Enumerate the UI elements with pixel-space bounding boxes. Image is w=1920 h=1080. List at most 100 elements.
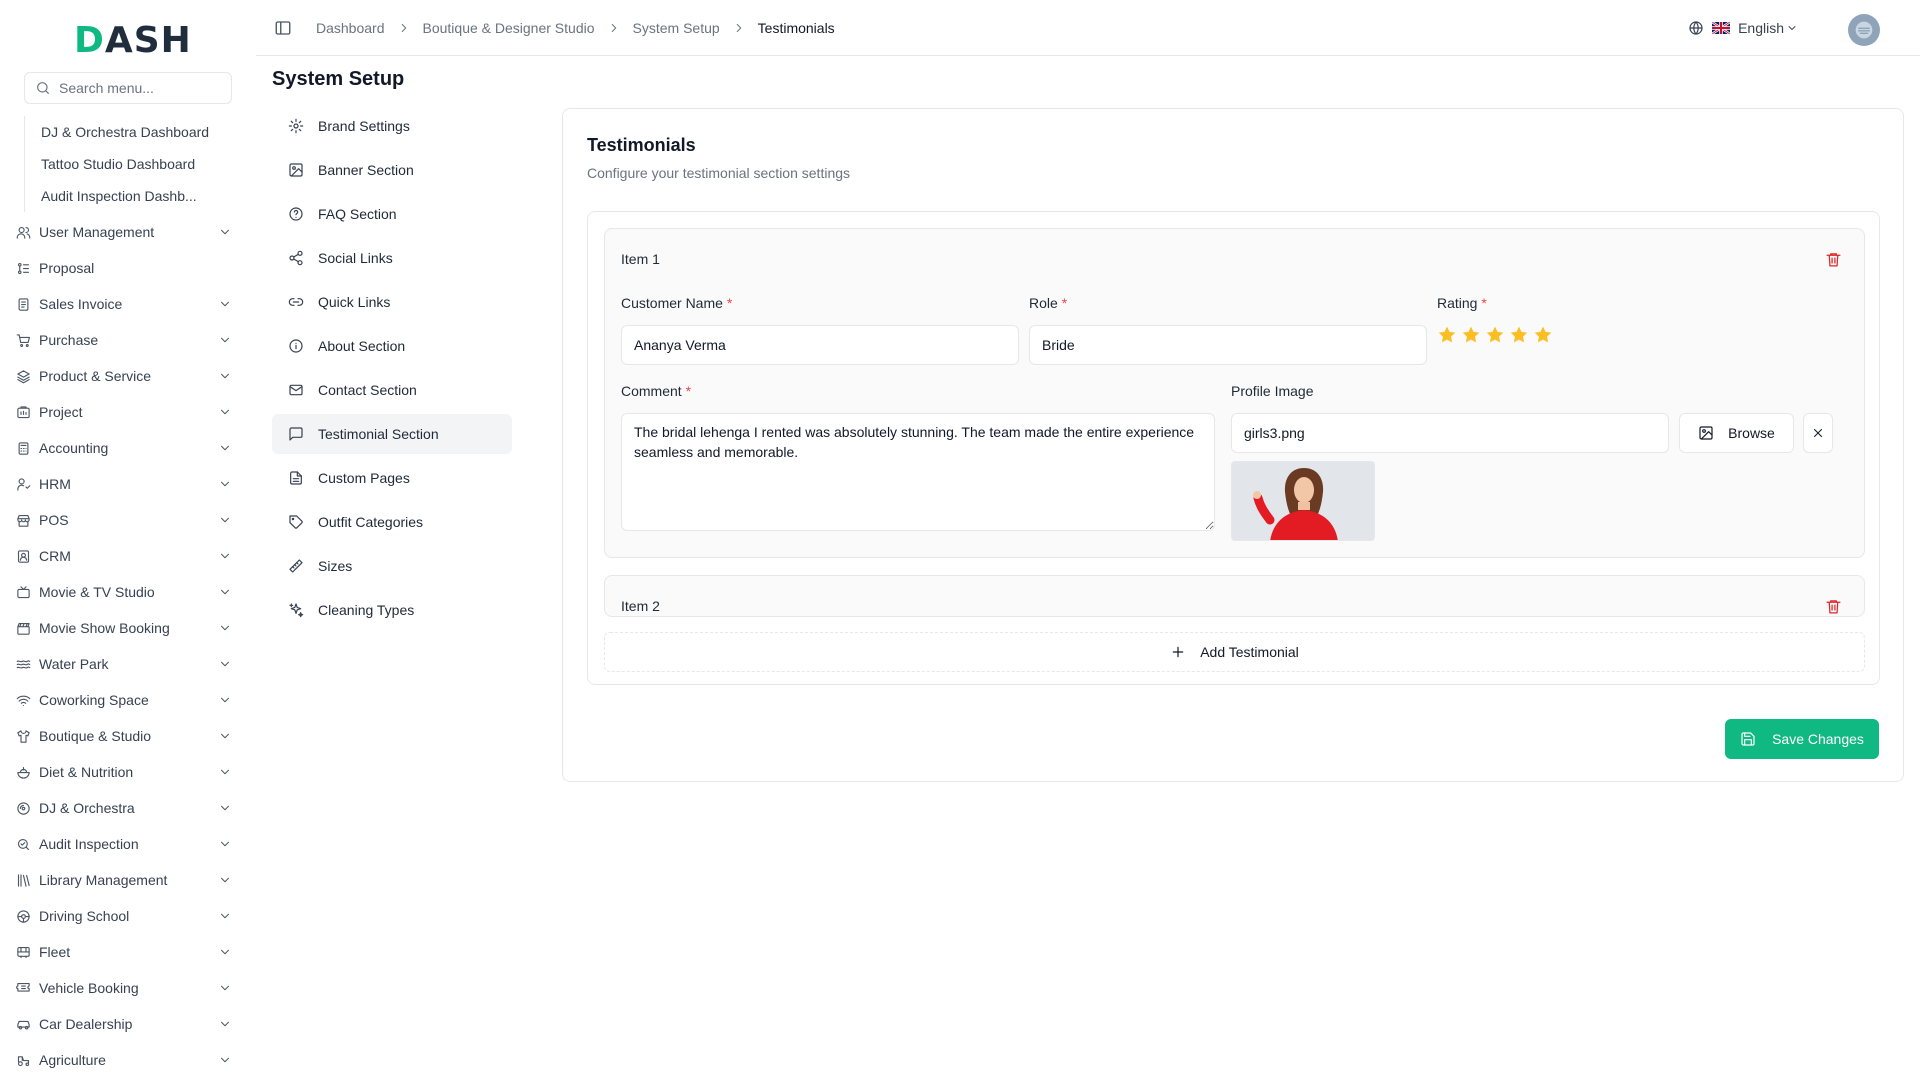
layers-icon [17, 369, 30, 383]
breadcrumb-system-setup[interactable]: System Setup [633, 20, 720, 36]
link-icon [288, 298, 304, 306]
clear-image-button[interactable] [1803, 413, 1833, 453]
language-selector[interactable]: English [1688, 20, 1798, 36]
profile-photo-image [1232, 462, 1374, 540]
logo-prefix: D [74, 19, 105, 61]
browse-label: Browse [1728, 425, 1775, 441]
setup-nav-label: Cleaning Types [318, 602, 415, 618]
sidebar-item-crm[interactable]: CRM [16, 538, 236, 574]
sub-item-audit-inspection-dashboard[interactable]: Audit Inspection Dashb... [25, 180, 232, 212]
ruler-icon [289, 559, 303, 573]
sidebar-item-fleet[interactable]: Fleet [16, 934, 236, 970]
help-circle-icon [289, 207, 303, 221]
star-icon[interactable] [1437, 325, 1457, 345]
image-icon [1699, 426, 1713, 440]
setup-nav-sizes[interactable]: Sizes [272, 546, 512, 586]
sidebar-item-driving-school[interactable]: Driving School [16, 898, 236, 934]
breadcrumb-dashboard[interactable]: Dashboard [316, 20, 385, 36]
sidebar-item-label: Fleet [39, 944, 71, 960]
comment-textarea[interactable]: The bridal lehenga I rented was absolute… [621, 413, 1215, 531]
avatar[interactable] [1848, 14, 1880, 46]
sidebar-item-proposal[interactable]: Proposal [16, 250, 236, 286]
sidebar-item-hrm[interactable]: HRM [16, 466, 236, 502]
hrm-icon [17, 477, 31, 491]
sidebar-item-dj-orchestra[interactable]: DJ & Orchestra [16, 790, 236, 826]
file-text-icon [290, 471, 302, 485]
breadcrumb-current: Testimonials [757, 19, 835, 36]
sidebar-item-boutique-studio[interactable]: Boutique & Studio [16, 718, 236, 754]
setup-nav-about-section[interactable]: About Section [272, 326, 512, 366]
star-icon[interactable] [1461, 325, 1481, 345]
setup-nav-custom-pages[interactable]: Custom Pages [272, 458, 512, 498]
sidebar-item-vehicle-booking[interactable]: Vehicle Booking [16, 970, 236, 1006]
star-icon[interactable] [1533, 325, 1553, 345]
sidebar-item-label: Boutique & Studio [39, 728, 152, 744]
setup-nav-brand-settings[interactable]: Brand Settings [272, 106, 512, 146]
sidebar-item-coworking-space[interactable]: Coworking Space [16, 682, 236, 718]
trash-icon[interactable] [1825, 598, 1842, 615]
role-label: Role * [1029, 295, 1067, 311]
tv-icon [17, 585, 30, 598]
role-input[interactable]: Bride [1029, 325, 1427, 365]
sidebar-item-label: DJ & Orchestra [39, 800, 135, 816]
sidebar-item-movie-tv-studio[interactable]: Movie & TV Studio [16, 574, 236, 610]
star-icon[interactable] [1485, 325, 1505, 345]
browse-button[interactable]: Browse [1679, 413, 1794, 453]
sidebar-item-user-management[interactable]: User Management [16, 214, 236, 250]
add-testimonial-button[interactable]: Add Testimonial [604, 632, 1865, 672]
sidebar-item-label: Sales Invoice [39, 296, 123, 312]
sidebar-item-sales-invoice[interactable]: Sales Invoice [16, 286, 236, 322]
sidebar-item-purchase[interactable]: Purchase [16, 322, 236, 358]
sidebar-item-product-service[interactable]: Product & Service [16, 358, 236, 394]
setup-nav-contact-section[interactable]: Contact Section [272, 370, 512, 410]
setup-nav-banner-section[interactable]: Banner Section [272, 150, 512, 190]
role-label-text: Role [1029, 295, 1058, 311]
customer-name-input[interactable]: Ananya Verma [621, 325, 1019, 365]
sidebar-item-project[interactable]: Project [16, 394, 236, 430]
star-icon[interactable] [1509, 325, 1529, 345]
sidebar-item-diet-nutrition[interactable]: Diet & Nutrition [16, 754, 236, 790]
setup-nav-cleaning-types[interactable]: Cleaning Types [272, 590, 512, 630]
search-icon [37, 82, 49, 94]
setup-nav-testimonial-section[interactable]: Testimonial Section [272, 414, 512, 454]
sidebar-item-water-park[interactable]: Water Park [16, 646, 236, 682]
sidebar-item-agriculture[interactable]: Agriculture [16, 1042, 236, 1078]
chevron-down-icon [220, 445, 230, 451]
search-check-icon [17, 838, 30, 850]
sidebar-item-label: HRM [39, 476, 71, 492]
sidebar-item-movie-show-booking[interactable]: Movie Show Booking [16, 610, 236, 646]
chevron-down-icon [220, 589, 230, 595]
sidebar-item-label: Project [39, 404, 83, 420]
setup-nav-social-links[interactable]: Social Links [272, 238, 512, 278]
sub-item-dj-orchestra-dashboard[interactable]: DJ & Orchestra Dashboard [25, 116, 232, 148]
breadcrumb: Dashboard Boutique & Designer Studio Sys… [316, 20, 835, 36]
setup-nav-quick-links[interactable]: Quick Links [272, 282, 512, 322]
sidebar-item-pos[interactable]: POS [16, 502, 236, 538]
project-icon [17, 405, 30, 418]
sidebar-item-car-dealership[interactable]: Car Dealership [16, 1006, 236, 1042]
testimonials-card: Testimonials Configure your testimonial … [562, 108, 1904, 782]
sidebar-item-library-management[interactable]: Library Management [16, 862, 236, 898]
chevron-down-icon [220, 409, 230, 415]
setup-nav-outfit-categories[interactable]: Outfit Categories [272, 502, 512, 542]
profile-image-filename[interactable]: girls3.png [1231, 413, 1669, 453]
chevron-down-icon [220, 625, 230, 631]
testimonial-items-container[interactable]: Item 1 Customer Name * Ananya Verma Role… [587, 211, 1880, 685]
users-icon [16, 226, 31, 239]
dash-logo[interactable]: DASH [74, 19, 192, 61]
testimonial-item: Item 2 [604, 575, 1865, 617]
setup-nav-label: Outfit Categories [318, 514, 424, 530]
setup-nav-faq-section[interactable]: FAQ Section [272, 194, 512, 234]
sidebar-item-label: Coworking Space [39, 692, 149, 708]
user-avatar-icon [1855, 21, 1873, 39]
sidebar-item-audit-inspection[interactable]: Audit Inspection [16, 826, 236, 862]
breadcrumb-boutique-studio[interactable]: Boutique & Designer Studio [423, 20, 595, 36]
sidebar-item-accounting[interactable]: Accounting [16, 430, 236, 466]
sidebar-toggle-icon[interactable] [274, 19, 292, 37]
calculator-icon [18, 441, 29, 455]
sub-item-tattoo-studio-dashboard[interactable]: Tattoo Studio Dashboard [25, 148, 232, 180]
search-input[interactable] [59, 80, 219, 96]
trash-icon[interactable] [1825, 251, 1842, 268]
wifi-icon [16, 695, 31, 706]
save-changes-button[interactable]: Save Changes [1725, 719, 1879, 759]
